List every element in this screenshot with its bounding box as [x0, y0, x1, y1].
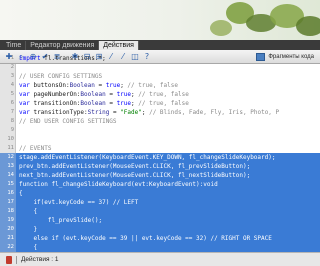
code-text: var buttonsOn:Boolean = true; // true, f… [19, 82, 178, 89]
code-line[interactable]: 5 var pageNumberOn:Boolean = true; // tru… [0, 90, 320, 99]
code-text: prev_btn.addEventListener(MouseEvent.CLI… [19, 163, 251, 170]
code-text: if(evt.keyCode == 37) // LEFT [19, 199, 139, 206]
background-banner [0, 0, 320, 40]
foliage-image [296, 16, 320, 36]
code-text: var pageNumberOn:Boolean = true; // true… [19, 91, 189, 98]
code-line[interactable]: 11 // EVENTS [0, 144, 320, 153]
code-line[interactable]: 17 if(evt.keyCode == 37) // LEFT [0, 198, 320, 207]
line-number: 7 [10, 109, 14, 115]
line-number: 2 [10, 64, 14, 70]
line-number: 21 [7, 235, 14, 241]
code-editor[interactable]: 1 import fl.transitions.*; 2 3 // USER CONFI… [0, 55, 320, 266]
code-text: // USER CONFIG SETTINGS [19, 73, 103, 80]
code-text: stage.addEventListener(KeyboardEvent.KEY… [19, 154, 276, 161]
code-text: // END USER CONFIG SETTINGS [19, 118, 117, 125]
line-number: 6 [10, 100, 14, 106]
code-text: else if (evt.keyCode == 39 || evt.keyCod… [19, 235, 272, 242]
panel-tab-bar: Time Редактор движения Действия [0, 40, 320, 50]
code-line[interactable]: 19 fl_prevSlide(); [0, 216, 320, 225]
code-text: import fl.transitions.*; [19, 55, 106, 62]
line-number: 1 [10, 55, 14, 61]
code-text: { [19, 244, 38, 251]
code-line[interactable]: 8 // END USER CONFIG SETTINGS [0, 117, 320, 126]
line-number: 17 [7, 199, 14, 205]
tab-time[interactable]: Time [2, 41, 27, 50]
code-text: var transitionOn:Boolean = true; // true… [19, 100, 189, 107]
line-number: 13 [7, 163, 14, 169]
code-text: { [19, 208, 38, 215]
line-number: 15 [7, 181, 14, 187]
code-text: next_btn.addEventListener(MouseEvent.CLI… [19, 172, 251, 179]
line-number: 3 [10, 73, 14, 79]
code-text: // EVENTS [19, 145, 52, 152]
code-line[interactable]: 1 import fl.transitions.*; [0, 54, 320, 63]
code-line[interactable]: 18 { [0, 207, 320, 216]
tab-motion-editor[interactable]: Редактор движения [26, 41, 100, 50]
code-line[interactable]: 4 var buttonsOn:Boolean = true; // true, … [0, 81, 320, 90]
line-number: 4 [10, 82, 14, 88]
line-number: 12 [7, 154, 14, 160]
tab-actions[interactable]: Действия [99, 41, 139, 50]
code-line[interactable]: 14 next_btn.addEventListener(MouseEvent.C… [0, 171, 320, 180]
code-line[interactable]: 20 } [0, 225, 320, 234]
code-text: function fl_changeSlideKeyboard(evt:Keyb… [19, 181, 218, 188]
code-text: } [19, 226, 38, 233]
code-line[interactable]: 6 var transitionOn:Boolean = true; // tru… [0, 99, 320, 108]
status-divider [16, 255, 17, 264]
line-number: 18 [7, 208, 14, 214]
code-line[interactable]: 3 // USER CONFIG SETTINGS [0, 72, 320, 81]
line-number: 22 [7, 244, 14, 250]
line-number: 14 [7, 172, 14, 178]
code-line[interactable]: 12 stage.addEventListener(KeyboardEvent.K… [0, 153, 320, 162]
code-line[interactable]: 7 var transitionType:String = "Fade"; // … [0, 108, 320, 117]
line-number: 8 [10, 118, 14, 124]
line-number: 10 [7, 136, 14, 142]
code-line[interactable]: 13 prev_btn.addEventListener(MouseEvent.C… [0, 162, 320, 171]
code-text: { [19, 190, 23, 197]
code-line[interactable]: 22 { [0, 243, 320, 252]
line-number: 20 [7, 226, 14, 232]
code-line[interactable]: 10 [0, 135, 320, 144]
status-bar: Действия : 1 [0, 252, 320, 266]
foliage-image [210, 20, 232, 36]
status-label: Действия : 1 [21, 255, 59, 263]
code-line[interactable]: 16 { [0, 189, 320, 198]
line-number: 11 [7, 145, 14, 151]
code-line[interactable]: 21 else if (evt.keyCode == 39 || evt.key… [0, 234, 320, 243]
code-text: var transitionType:String = "Fade"; // B… [19, 109, 280, 116]
line-number: 19 [7, 217, 14, 223]
pin-icon[interactable] [6, 255, 12, 264]
line-number: 16 [7, 190, 14, 196]
code-line[interactable]: 9 [0, 126, 320, 135]
code-line[interactable]: 2 [0, 63, 320, 72]
code-text: fl_prevSlide(); [19, 217, 103, 224]
code-line[interactable]: 15 function fl_changeSlideKeyboard(evt:Ke… [0, 180, 320, 189]
line-number: 9 [10, 127, 14, 133]
line-number: 5 [10, 91, 14, 97]
